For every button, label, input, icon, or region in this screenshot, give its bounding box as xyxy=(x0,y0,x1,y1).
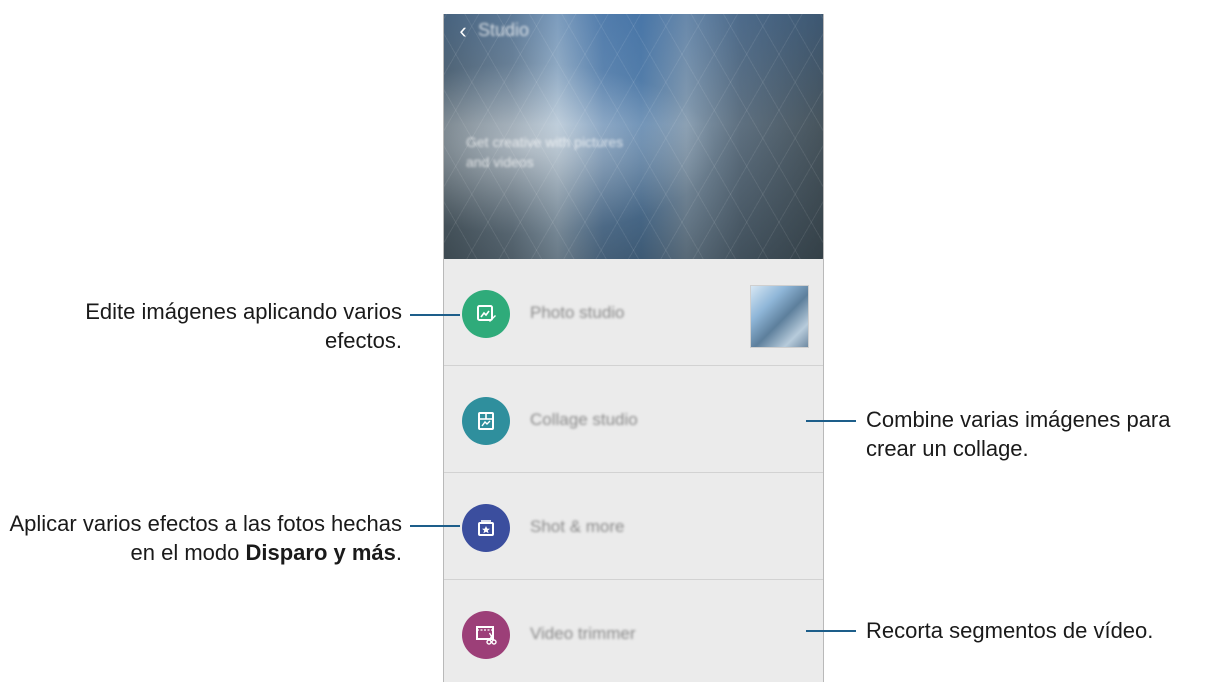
leader-photo-studio xyxy=(410,314,460,316)
photo-studio-item[interactable]: Photo studio xyxy=(444,259,823,366)
collage-icon xyxy=(462,397,510,445)
feature-list: Photo studio Collage studio Shot & more … xyxy=(444,259,823,682)
callout-collage-studio: Combine varias imágenes para crear un co… xyxy=(866,407,1171,461)
video-trimmer-item[interactable]: Video trimmer xyxy=(444,580,823,682)
collage-studio-label: Collage studio xyxy=(530,410,638,429)
leader-collage-studio xyxy=(806,420,856,422)
back-icon[interactable]: ‹ xyxy=(452,18,474,44)
studio-screen: ‹ Studio Get creative with pictures and … xyxy=(443,14,824,682)
video-trimmer-label: Video trimmer xyxy=(530,624,636,643)
shot-mode-name: Disparo y más xyxy=(245,540,396,565)
collage-studio-item[interactable]: Collage studio xyxy=(444,366,823,473)
shot-more-icon xyxy=(462,504,510,552)
shot-more-label: Shot & more xyxy=(530,517,625,536)
video-trim-icon xyxy=(462,611,510,659)
photo-edit-icon xyxy=(462,290,510,338)
leader-video-trimmer xyxy=(806,630,856,632)
shot-more-item[interactable]: Shot & more xyxy=(444,473,823,580)
callout-photo-studio: Edite imágenes aplicando varios efectos. xyxy=(85,299,402,353)
app-title: Studio xyxy=(478,20,530,40)
photo-thumbnail xyxy=(750,285,809,348)
callout-shot-more: Aplicar varios efectos a las fotos hecha… xyxy=(9,511,402,565)
leader-shot-more xyxy=(410,525,460,527)
callout-video-trimmer: Recorta segmentos de vídeo. xyxy=(866,618,1154,643)
hero-tagline: Get creative with pictures and videos xyxy=(466,134,624,170)
hero-banner: ‹ Studio Get creative with pictures and … xyxy=(444,14,823,259)
photo-studio-label: Photo studio xyxy=(530,303,625,322)
